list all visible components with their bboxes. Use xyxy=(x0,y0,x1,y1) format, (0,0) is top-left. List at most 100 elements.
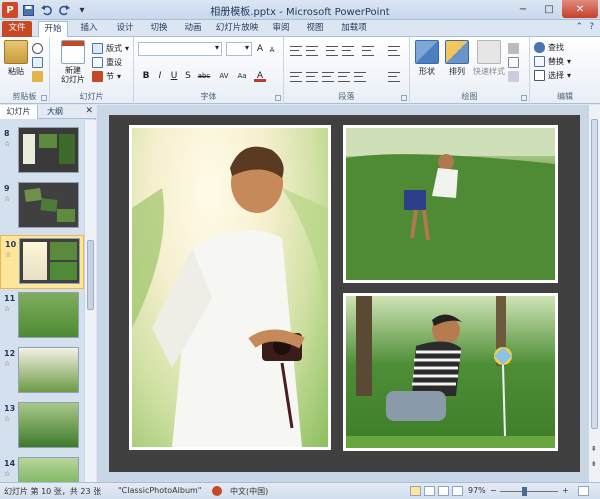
close-pane-icon[interactable]: ✕ xyxy=(85,106,93,116)
tab-view[interactable]: 视图 xyxy=(300,21,330,37)
minimize-button[interactable]: − xyxy=(510,0,536,18)
close-button[interactable]: ✕ xyxy=(562,0,598,18)
paste-icon xyxy=(4,40,28,64)
slide-number: 14 xyxy=(4,459,16,468)
slide-thumbnail-selected[interactable]: 10 ☆ xyxy=(0,235,84,289)
slide-thumbnail[interactable]: 12 ☆ xyxy=(0,345,84,399)
reading-view-icon[interactable] xyxy=(438,486,449,496)
zoom-slider[interactable] xyxy=(500,491,558,492)
character-spacing-button[interactable]: AV xyxy=(216,70,232,82)
slide-thumbnail[interactable]: 13 ☆ xyxy=(0,400,84,454)
help-icon[interactable]: ? xyxy=(589,22,594,32)
slideshow-view-icon[interactable] xyxy=(452,486,463,496)
text-direction-icon[interactable] xyxy=(388,46,400,56)
slide-thumbnail[interactable]: 8 ☆ xyxy=(0,125,84,179)
numbering-icon[interactable] xyxy=(306,46,318,56)
layout-icon xyxy=(92,43,103,54)
shape-fill-button[interactable] xyxy=(508,43,519,54)
slide-thumbnail[interactable]: 9 ☆ xyxy=(0,180,84,234)
line-spacing-icon[interactable] xyxy=(362,46,374,56)
zoom-out-icon[interactable]: − xyxy=(490,486,497,495)
align-center-icon[interactable] xyxy=(306,72,318,82)
justify-icon[interactable] xyxy=(338,72,350,82)
paste-button[interactable]: 粘贴 xyxy=(4,40,28,77)
italic-button[interactable]: I xyxy=(154,70,166,82)
decrease-indent-icon[interactable] xyxy=(326,46,338,56)
select-button[interactable]: 选择 ▾ xyxy=(534,70,571,81)
slide-thumbnail[interactable]: 14 ☆ xyxy=(0,455,84,482)
language-status[interactable]: 中文(中国) xyxy=(230,486,268,497)
cursor-icon xyxy=(534,70,545,81)
paragraph-launcher-icon[interactable] xyxy=(401,95,407,101)
next-slide-icon[interactable]: ⇟ xyxy=(591,460,597,468)
theme-name-status[interactable]: "ClassicPhotoAlbum" xyxy=(118,486,201,495)
shape-button[interactable]: 形状 xyxy=(414,40,440,77)
tab-insert[interactable]: 插入 xyxy=(74,21,104,37)
scrollbar-thumb[interactable] xyxy=(87,240,94,310)
change-case-button[interactable]: Aa xyxy=(234,70,250,82)
slide-thumbnail[interactable]: 11 ☆ xyxy=(0,290,84,344)
minimize-ribbon-icon[interactable]: ⌃ xyxy=(576,22,584,32)
photo-boy-in-grass[interactable] xyxy=(343,125,558,283)
tab-outline-pane[interactable]: 大纲 xyxy=(40,105,70,119)
arrange-button[interactable]: 排列 xyxy=(444,40,470,77)
align-text-icon[interactable] xyxy=(388,72,400,82)
fit-to-window-icon[interactable] xyxy=(578,486,589,496)
tab-file[interactable]: 文件 xyxy=(2,21,32,37)
photo-boy-with-pinwheel[interactable] xyxy=(343,293,558,451)
tab-home[interactable]: 开始 xyxy=(38,21,68,37)
zoom-in-icon[interactable]: + xyxy=(562,486,569,495)
font-size-select[interactable]: ▾ xyxy=(226,42,252,56)
increase-indent-icon[interactable] xyxy=(342,46,354,56)
grow-font-icon[interactable]: A xyxy=(254,43,266,55)
slides-pane: 幻灯片 大纲 ✕ 8 ☆ 9 ☆ 10 ☆ 11 ☆ 12 ☆ 13 ☆ 14 … xyxy=(0,105,96,482)
replace-button[interactable]: 替换 ▾ xyxy=(534,56,571,67)
quick-styles-button[interactable]: 快速样式 xyxy=(472,40,506,77)
photo-portrait-camera[interactable] xyxy=(129,125,331,450)
tab-slides-pane[interactable]: 幻灯片 xyxy=(0,105,38,119)
zoom-level[interactable]: 97% xyxy=(468,486,486,495)
tab-addins[interactable]: 加载项 xyxy=(334,21,374,37)
tab-design[interactable]: 设计 xyxy=(110,21,140,37)
section-button[interactable]: 节 ▾ xyxy=(92,71,121,82)
font-name-select[interactable]: ▾ xyxy=(138,42,222,56)
format-painter-button[interactable] xyxy=(32,71,43,82)
cut-button[interactable] xyxy=(32,43,43,54)
reset-button[interactable]: 重设 xyxy=(92,57,122,68)
slide-scrollbar[interactable]: ⇞ ⇟ xyxy=(588,105,600,482)
normal-view-icon[interactable] xyxy=(410,486,421,496)
zoom-slider-handle[interactable] xyxy=(522,487,527,496)
thumbnails-scrollbar[interactable] xyxy=(84,120,96,482)
bullets-icon[interactable] xyxy=(290,46,302,56)
tab-animations[interactable]: 动画 xyxy=(178,21,208,37)
shrink-font-icon[interactable]: A xyxy=(266,44,278,56)
slide-editing-area: ⇞ ⇟ xyxy=(97,105,600,482)
font-color-icon[interactable]: A xyxy=(254,70,266,82)
strikethrough-button[interactable]: abc xyxy=(196,70,212,82)
font-launcher-icon[interactable] xyxy=(275,95,281,101)
copy-button[interactable] xyxy=(32,57,43,68)
maximize-button[interactable]: □ xyxy=(536,0,562,18)
copy-icon xyxy=(32,57,43,68)
new-slide-button[interactable]: 新建 幻灯片 xyxy=(58,40,88,84)
shape-effects-button[interactable] xyxy=(508,71,519,82)
tab-review[interactable]: 审阅 xyxy=(266,21,296,37)
align-left-icon[interactable] xyxy=(290,72,302,82)
find-button[interactable]: 查找 xyxy=(534,42,564,53)
underline-button[interactable]: U xyxy=(168,70,180,82)
shadow-button[interactable]: S xyxy=(182,70,194,82)
layout-button[interactable]: 版式 ▾ xyxy=(92,43,129,54)
tab-transitions[interactable]: 切换 xyxy=(144,21,174,37)
drawing-launcher-icon[interactable] xyxy=(521,95,527,101)
shape-outline-button[interactable] xyxy=(508,57,519,68)
bold-button[interactable]: B xyxy=(140,70,152,82)
spell-check-icon[interactable] xyxy=(212,486,222,496)
clipboard-launcher-icon[interactable] xyxy=(41,95,47,101)
tab-slideshow[interactable]: 幻灯片放映 xyxy=(212,21,262,37)
slide-sorter-icon[interactable] xyxy=(424,486,435,496)
slide-canvas[interactable] xyxy=(109,115,580,472)
slide-scrollbar-thumb[interactable] xyxy=(591,119,598,429)
prev-slide-icon[interactable]: ⇞ xyxy=(591,445,597,453)
columns-icon[interactable] xyxy=(354,72,366,82)
align-right-icon[interactable] xyxy=(322,72,334,82)
